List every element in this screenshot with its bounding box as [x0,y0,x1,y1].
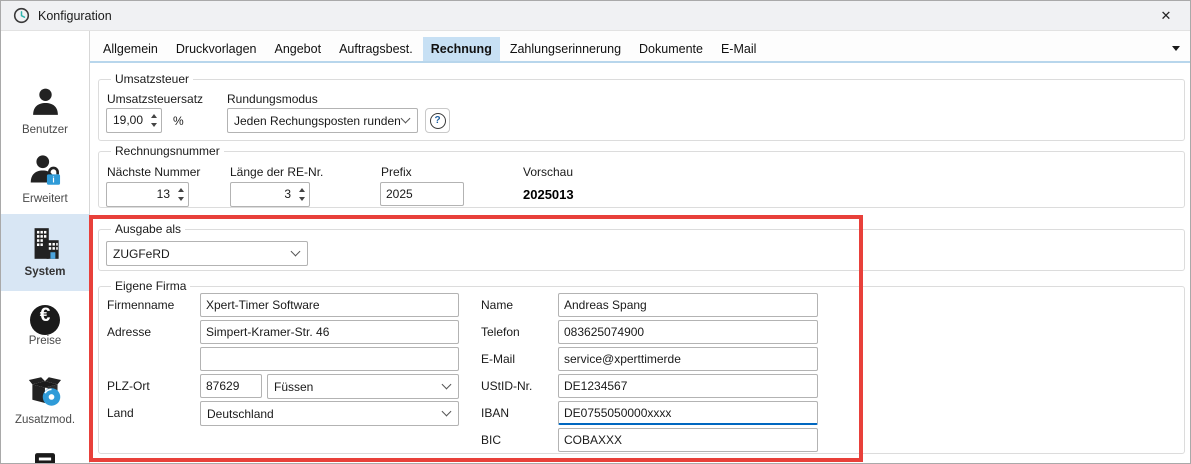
laenge-re-nr-label: Länge der RE-Nr. [230,165,323,179]
telefon-input[interactable] [558,320,818,344]
ustid-input[interactable] [558,374,818,398]
sidebar-item-label: Erweitert [1,193,89,205]
tab-auftragsbest[interactable]: Auftragsbest. [331,37,421,61]
plz-input[interactable] [200,374,262,398]
server-icon [27,452,63,464]
name-label: Name [481,298,513,312]
sidebar-item-bottom[interactable] [1,452,89,464]
groupbox-rechnungsnummer-label: Rechnungsnummer [111,144,224,158]
tab-rechnung[interactable]: Rechnung [423,37,500,61]
chevron-down-icon [401,114,411,124]
naechste-nummer-label: Nächste Nummer [107,165,200,179]
groupbox-ausgabe-als-label: Ausgabe als [111,222,185,236]
plz-ort-label: PLZ-Ort [107,379,150,393]
laenge-re-nr-stepper[interactable]: 3 [230,182,310,207]
window-title: Konfiguration [38,9,112,23]
tab-email[interactable]: E-Mail [713,37,764,61]
konfiguration-window: Konfiguration ✕ Benutzer i [0,0,1191,464]
sidebar: Benutzer i Erweitert [1,31,90,464]
laenge-re-nr-value: 3 [231,183,294,206]
vorschau-value: 2025013 [523,187,574,202]
sidebar-item-erweitert[interactable]: i Erweitert [1,153,89,205]
stepper-down-icon[interactable] [294,195,309,204]
sidebar-item-label: Zusatzmod. [1,414,89,426]
adresse-input[interactable] [200,320,459,344]
rundungsmodus-value: Jeden Rechungsposten runden [234,114,401,128]
user-lock-icon: i [28,153,63,193]
umsatzsteuersatz-stepper[interactable]: 19,00 [106,108,162,133]
tab-overflow-chevron-icon[interactable] [1172,46,1180,51]
bic-label: BIC [481,433,501,447]
clock-app-icon [13,7,30,24]
email-input[interactable] [558,347,818,371]
euro-icon: € [30,305,60,335]
stepper-up-icon[interactable] [173,186,188,195]
close-icon[interactable]: ✕ [1152,5,1180,27]
tab-angebot[interactable]: Angebot [266,37,329,61]
sidebar-item-label: Preise [1,335,89,347]
groupbox-umsatzsteuer-label: Umsatzsteuer [111,72,193,86]
sidebar-item-zusatzmod[interactable]: Zusatzmod. [1,374,89,426]
telefon-label: Telefon [481,325,520,339]
tab-dokumente[interactable]: Dokumente [631,37,711,61]
land-label: Land [107,406,134,420]
adresse2-input[interactable] [200,347,459,371]
land-select[interactable]: Deutschland [200,401,459,426]
umsatzsteuersatz-label: Umsatzsteuersatz [107,92,203,106]
bic-input[interactable] [558,428,818,452]
ort-value: Füssen [274,380,313,394]
tab-bar: Allgemein Druckvorlagen Angebot Auftrags… [90,31,1191,63]
svg-text:i: i [52,176,54,185]
stepper-down-icon[interactable] [173,195,188,204]
firmenname-label: Firmenname [107,298,174,312]
adresse-label: Adresse [107,325,151,339]
prefix-label: Prefix [381,165,412,179]
naechste-nummer-value: 13 [107,183,173,206]
land-value: Deutschland [207,407,274,421]
groupbox-eigene-firma-label: Eigene Firma [111,279,190,293]
email-label: E-Mail [481,352,515,366]
name-input[interactable] [558,293,818,317]
sidebar-item-system[interactable]: System [1,214,89,278]
stepper-up-icon[interactable] [294,186,309,195]
naechste-nummer-stepper[interactable]: 13 [106,182,189,207]
umsatzsteuersatz-value: 19,00 [107,109,146,132]
rundungsmodus-select[interactable]: Jeden Rechungsposten runden [227,108,418,133]
sidebar-item-benutzer[interactable]: Benutzer [1,86,89,136]
ausgabe-format-select[interactable]: ZUGFeRD [106,241,308,266]
title-bar: Konfiguration ✕ [1,1,1190,31]
percent-sign: % [173,114,184,128]
stepper-up-icon[interactable] [146,112,161,121]
sidebar-item-preise[interactable]: € Preise [1,305,89,347]
iban-label: IBAN [481,406,509,420]
tab-allgemein[interactable]: Allgemein [95,37,166,61]
ausgabe-format-value: ZUGFeRD [113,247,170,261]
chevron-down-icon [291,247,301,257]
vorschau-label: Vorschau [523,165,573,179]
sidebar-item-label: System [1,266,89,278]
firmenname-input[interactable] [200,293,459,317]
tab-druckvorlagen[interactable]: Druckvorlagen [168,37,265,61]
tab-zahlungserinnerung[interactable]: Zahlungserinnerung [502,37,629,61]
addon-box-icon [28,374,63,414]
stepper-down-icon[interactable] [146,121,161,130]
chevron-down-icon [442,407,452,417]
question-mark-icon: ? [430,113,446,129]
user-icon [29,86,62,124]
ustid-label: UStID-Nr. [481,379,532,393]
rundungsmodus-label: Rundungsmodus [227,92,318,106]
chevron-down-icon [442,380,452,390]
prefix-input[interactable] [380,182,464,206]
building-icon [28,226,63,266]
sidebar-item-label: Benutzer [1,124,89,136]
ort-select[interactable]: Füssen [267,374,459,399]
iban-input[interactable] [558,401,818,425]
help-button[interactable]: ? [425,108,450,133]
